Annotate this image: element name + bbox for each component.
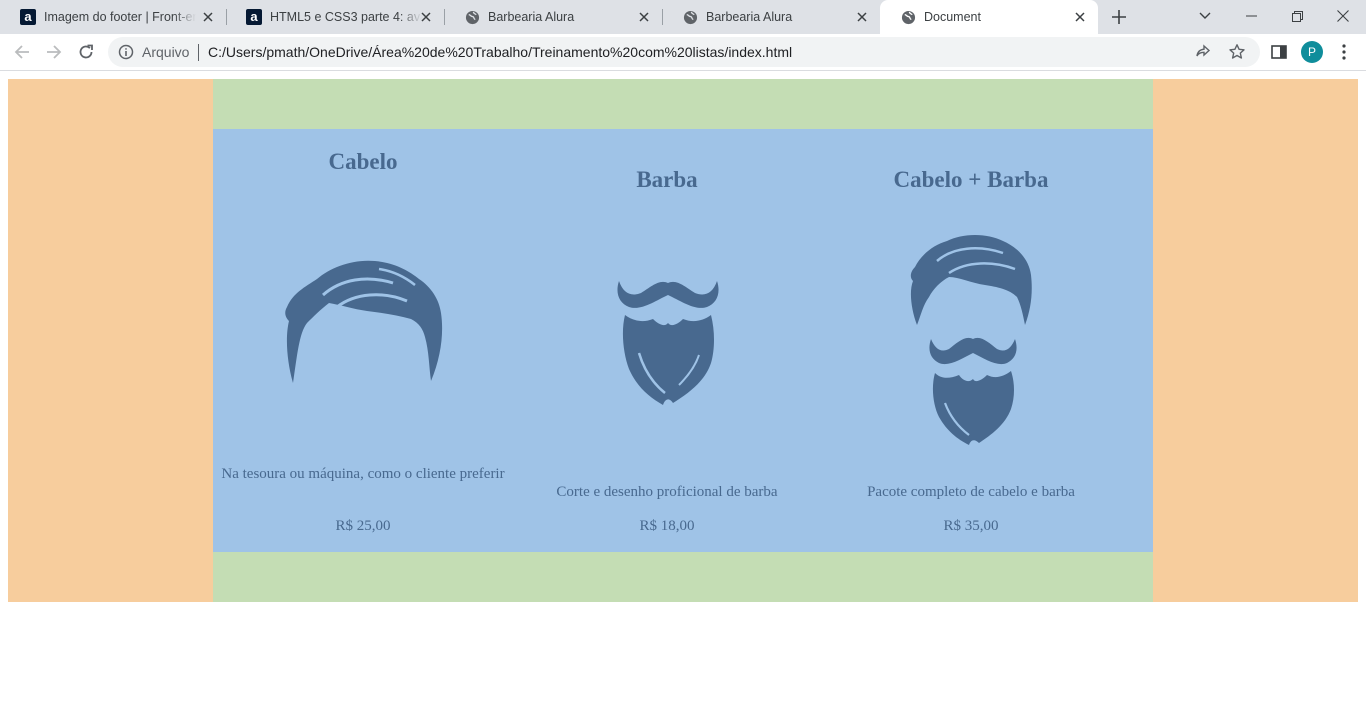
new-tab-button[interactable] xyxy=(1106,5,1132,29)
tab-search-button[interactable] xyxy=(1182,0,1228,32)
product-card: Barba Corte e desenho proficional de bar… xyxy=(517,129,817,552)
back-button[interactable] xyxy=(10,40,34,64)
product-description: Corte e desenho proficional de barba xyxy=(556,484,778,500)
product-price: R$ 25,00 xyxy=(335,518,391,534)
share-icon[interactable] xyxy=(1194,43,1212,61)
product-title: Cabelo xyxy=(328,149,398,174)
alura-icon: a xyxy=(246,9,262,25)
restore-icon xyxy=(1291,10,1303,22)
globe-icon xyxy=(900,9,916,25)
close-icon[interactable] xyxy=(200,9,216,25)
product-card: Cabelo Na tesoura ou máquina, como o cli… xyxy=(213,129,513,552)
more-vert-icon xyxy=(1342,44,1346,60)
product-description: Pacote completo de cabelo e barba xyxy=(867,484,1075,500)
url-scheme-label: Arquivo xyxy=(142,44,190,60)
globe-icon xyxy=(464,9,480,25)
tab-barbearia-1[interactable]: Barbearia Alura xyxy=(444,0,662,34)
side-panel-icon xyxy=(1271,45,1287,59)
tab-title: Barbearia Alura xyxy=(706,10,793,24)
arrow-right-icon xyxy=(47,45,62,59)
page-body: Cabelo Na tesoura ou máquina, como o cli… xyxy=(8,79,1358,602)
tab-title: Document xyxy=(924,10,981,24)
tab-title: Imagem do footer | Front-end xyxy=(44,10,196,24)
info-icon[interactable] xyxy=(118,44,134,60)
product-price: R$ 35,00 xyxy=(943,518,999,534)
close-icon[interactable] xyxy=(1072,9,1088,25)
product-title: Barba xyxy=(636,167,698,192)
reload-button[interactable] xyxy=(74,40,98,64)
tab-strip: a Imagem do footer | Front-end a HTML5 e… xyxy=(0,0,1366,34)
browser-toolbar: Arquivo C:/Users/pmath/OneDrive/Área%20d… xyxy=(0,34,1366,71)
hair-and-beard-icon xyxy=(910,235,1032,445)
close-icon[interactable] xyxy=(636,9,652,25)
products-section: Cabelo Na tesoura ou máquina, como o cli… xyxy=(213,129,1153,552)
hair-icon xyxy=(285,260,443,383)
tab-barbearia-2[interactable]: Barbearia Alura xyxy=(662,0,880,34)
product-title: Cabelo + Barba xyxy=(893,167,1049,192)
close-icon[interactable] xyxy=(418,9,434,25)
close-icon[interactable] xyxy=(854,9,870,25)
minimize-button[interactable] xyxy=(1228,0,1274,32)
close-window-button[interactable] xyxy=(1320,0,1366,32)
close-icon xyxy=(1337,10,1349,22)
tab-imagem-footer[interactable]: a Imagem do footer | Front-end xyxy=(0,0,226,34)
minimize-icon xyxy=(1245,15,1257,17)
menu-button[interactable] xyxy=(1333,41,1355,63)
url-text[interactable]: C:/Users/pmath/OneDrive/Área%20de%20Trab… xyxy=(208,44,792,60)
star-icon[interactable] xyxy=(1228,43,1246,61)
product-card: Cabelo + Barba Pacote completo de cabelo… xyxy=(821,129,1121,552)
divider xyxy=(198,44,199,61)
tab-title: HTML5 e CSS3 parte 4: avançando xyxy=(270,10,422,24)
chevron-down-icon xyxy=(1199,12,1211,19)
forward-button[interactable] xyxy=(42,40,66,64)
tab-html5-css3[interactable]: a HTML5 e CSS3 parte 4: avançando xyxy=(226,0,444,34)
globe-icon xyxy=(682,9,698,25)
arrow-left-icon xyxy=(14,45,29,59)
address-bar[interactable]: Arquivo C:/Users/pmath/OneDrive/Área%20d… xyxy=(108,37,1260,67)
restore-button[interactable] xyxy=(1274,0,1320,32)
alura-icon: a xyxy=(20,9,36,25)
side-panel-button[interactable] xyxy=(1268,41,1290,63)
product-description: Na tesoura ou máquina, como o cliente pr… xyxy=(221,466,505,482)
plus-icon xyxy=(1112,10,1126,24)
tab-title: Barbearia Alura xyxy=(488,10,575,24)
product-price: R$ 18,00 xyxy=(639,518,695,534)
tab-document[interactable]: Document xyxy=(880,0,1098,34)
reload-icon xyxy=(79,44,93,59)
beard-icon xyxy=(617,281,719,405)
profile-avatar[interactable]: P xyxy=(1301,41,1323,63)
